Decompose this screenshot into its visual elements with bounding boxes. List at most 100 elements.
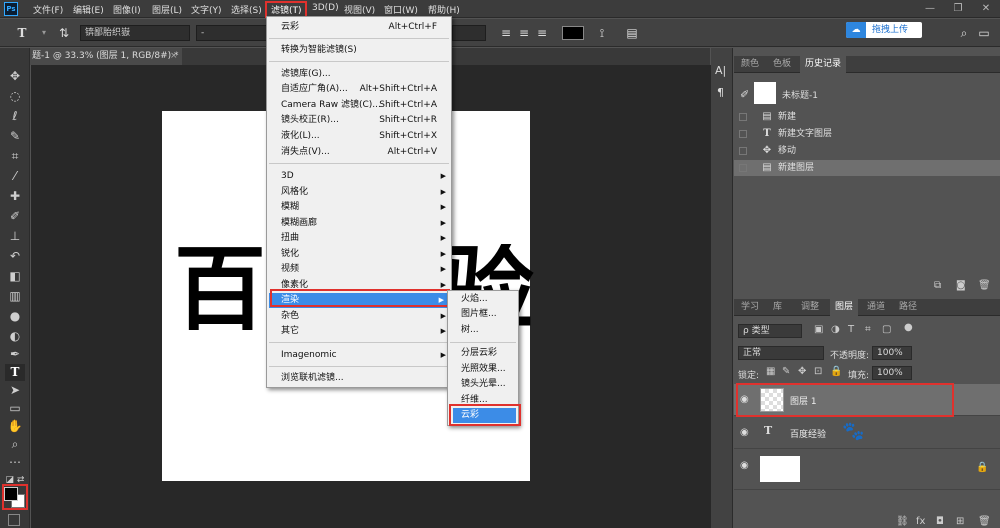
layer-style-icon[interactable]: fx <box>916 516 925 527</box>
menu-edit[interactable]: 编辑(E) <box>73 3 104 16</box>
tab-libraries[interactable]: 库 <box>768 299 787 316</box>
blend-mode-select[interactable]: 正常 <box>738 346 824 360</box>
lock-transparent-icon[interactable]: ▦ <box>766 366 775 377</box>
tab-adjustments[interactable]: 调整 <box>796 299 824 316</box>
history-brush-tool-icon[interactable]: ↶ <box>5 248 25 265</box>
pen-tool-icon[interactable]: ✒ <box>5 346 25 363</box>
tab-color[interactable]: 颜色 <box>736 56 764 73</box>
hand-tool-icon[interactable]: ✋ <box>5 418 25 435</box>
minimize-button[interactable]: — <box>916 0 944 18</box>
font-family-select[interactable]: 锛鄙胎织嶽 <box>80 25 190 41</box>
align-left-icon[interactable]: ≡ <box>498 24 514 42</box>
new-doc-from-state-icon[interactable]: ⧉ <box>934 280 941 291</box>
history-state-new-layer[interactable]: ▤ 新建图层 <box>734 160 1000 176</box>
filter-smart-object-icon[interactable]: ▢ <box>882 324 891 335</box>
menu-item-filter-gallery[interactable]: 滤镜库(G)... <box>281 67 451 82</box>
layer-row-background[interactable]: ◉ 🔒 <box>734 450 1000 490</box>
menu-type[interactable]: 文字(Y) <box>191 3 222 16</box>
menu-view[interactable]: 视图(V) <box>344 3 375 16</box>
menu-item-distort[interactable]: 扭曲 ▶ <box>281 231 451 246</box>
menu-item-other[interactable]: 其它 ▶ <box>281 324 451 339</box>
visibility-eye-icon[interactable]: ◉ <box>740 460 749 471</box>
history-brush-source-icon[interactable]: ✐ <box>740 88 749 101</box>
history-state-move[interactable]: ✥ 移动 <box>734 143 1000 159</box>
layer-row-text[interactable]: ◉ T 百度经验 🐾 <box>734 417 1000 449</box>
type-tool-icon[interactable]: T <box>5 364 25 381</box>
menu-item-stylize[interactable]: 风格化 ▶ <box>281 185 451 200</box>
marquee-tool-icon[interactable]: ◌ <box>5 88 25 105</box>
lock-pixels-icon[interactable]: ✎ <box>782 366 790 377</box>
history-state-new[interactable]: ▤ 新建 <box>734 109 1000 125</box>
workspace-icon[interactable]: ▭ <box>976 24 992 42</box>
menu-layer[interactable]: 图层(L) <box>152 3 182 16</box>
submenu-item-lens-flare[interactable]: 镜头光晕... <box>461 377 517 392</box>
quick-mask-icon[interactable] <box>8 514 20 526</box>
crop-tool-icon[interactable]: ⌗ <box>5 148 25 165</box>
align-center-icon[interactable]: ≡ <box>516 24 532 42</box>
quick-select-tool-icon[interactable]: ✎ <box>5 128 25 145</box>
lasso-tool-icon[interactable]: ℓ <box>5 108 25 125</box>
fill-input[interactable]: 100% <box>872 366 912 380</box>
menu-window[interactable]: 窗口(W) <box>384 3 418 16</box>
menu-item-clouds-last[interactable]: 云彩 Alt+Ctrl+F <box>281 20 451 35</box>
zoom-tool-icon[interactable]: ⌕ <box>5 436 25 453</box>
layer-mask-icon[interactable]: ◘ <box>936 516 944 527</box>
menu-item-blur-gallery[interactable]: 模糊画廊 ▶ <box>281 216 451 231</box>
character-panel-icon[interactable]: ▤ <box>624 24 640 42</box>
lock-artboard-icon[interactable]: ⊡ <box>814 366 822 377</box>
menu-item-blur[interactable]: 模糊 ▶ <box>281 200 451 215</box>
document-tab[interactable]: 题-1 @ 33.3% (图层 1, RGB/8#) * × <box>30 48 182 65</box>
snapshot-thumbnail[interactable] <box>754 82 776 104</box>
layer-filter-select[interactable]: ρ 类型 <box>738 324 802 338</box>
menu-file[interactable]: 文件(F) <box>33 3 63 16</box>
menu-select[interactable]: 选择(S) <box>231 3 262 16</box>
blur-tool-icon[interactable]: ● <box>5 308 25 325</box>
eyedropper-tool-icon[interactable]: ⁄ <box>5 168 25 185</box>
menu-item-sharpen[interactable]: 锐化 ▶ <box>281 247 451 262</box>
menu-item-noise[interactable]: 杂色 ▶ <box>281 309 451 324</box>
filter-adjustment-icon[interactable]: ◑ <box>831 324 840 335</box>
new-layer-icon[interactable]: ⊞ <box>956 516 964 527</box>
foreground-color-swatch[interactable] <box>4 487 18 501</box>
menu-item-camera-raw[interactable]: Camera Raw 滤镜(C)... Shift+Ctrl+A <box>281 98 451 113</box>
close-window-button[interactable]: ✕ <box>972 0 1000 18</box>
menu-item-browse-filters-online[interactable]: 浏览联机滤镜... <box>281 371 451 386</box>
menu-item-convert-smart-filter[interactable]: 转换为智能滤镜(S) <box>281 43 451 58</box>
clone-stamp-tool-icon[interactable]: ⊥ <box>5 228 25 245</box>
dodge-tool-icon[interactable]: ◐ <box>5 328 25 345</box>
lock-position-icon[interactable]: ✥ <box>798 366 806 377</box>
character-panel-icon[interactable]: A| <box>715 64 726 77</box>
opacity-input[interactable]: 100% <box>872 346 912 360</box>
filter-type-icon[interactable]: T <box>848 324 854 335</box>
menu-item-lens-correction[interactable]: 镜头校正(R)... Shift+Ctrl+R <box>281 113 451 128</box>
filter-toggle-icon[interactable]: ● <box>904 322 913 333</box>
delete-layer-icon[interactable]: 🗑 <box>978 516 991 527</box>
snapshot-camera-icon[interactable]: ◙ <box>956 280 966 291</box>
lock-all-icon[interactable]: 🔒 <box>830 366 842 377</box>
tab-channels[interactable]: 通道 <box>862 299 890 316</box>
font-style-select[interactable]: - <box>196 25 268 41</box>
tab-paths[interactable]: 路径 <box>894 299 922 316</box>
search-icon[interactable]: ⌕ <box>956 24 972 42</box>
filter-pixel-icon[interactable]: ▣ <box>814 324 823 335</box>
text-color-swatch[interactable] <box>562 26 584 40</box>
tab-learn[interactable]: 学习 <box>736 299 764 316</box>
paragraph-panel-icon[interactable]: ¶ <box>717 86 724 99</box>
menu-item-imagenomic[interactable]: Imagenomic ▶ <box>281 348 451 363</box>
aa-mode-select[interactable] <box>452 25 486 41</box>
brush-tool-icon[interactable]: ✐ <box>5 208 25 225</box>
rectangle-tool-icon[interactable]: ▭ <box>5 400 25 417</box>
align-right-icon[interactable]: ≡ <box>534 24 550 42</box>
menu-item-video[interactable]: 视频 ▶ <box>281 262 451 277</box>
menu-image[interactable]: 图像(I) <box>113 3 141 16</box>
healing-brush-tool-icon[interactable]: ✚ <box>5 188 25 205</box>
filter-shape-icon[interactable]: ⌗ <box>865 324 871 335</box>
submenu-item-picture-frame[interactable]: 图片框... <box>461 307 517 322</box>
gradient-tool-icon[interactable]: ▥ <box>5 288 25 305</box>
menu-item-adaptive-wide-angle[interactable]: 自适应广角(A)... Alt+Shift+Ctrl+A <box>281 82 451 97</box>
menu-3d[interactable]: 3D(D) <box>312 3 339 13</box>
delete-state-icon[interactable]: 🗑 <box>978 280 991 291</box>
menu-item-vanishing-point[interactable]: 消失点(V)... Alt+Ctrl+V <box>281 145 451 160</box>
link-layers-icon[interactable]: ⛓ <box>896 516 909 527</box>
close-tab-icon[interactable]: × <box>170 48 178 65</box>
